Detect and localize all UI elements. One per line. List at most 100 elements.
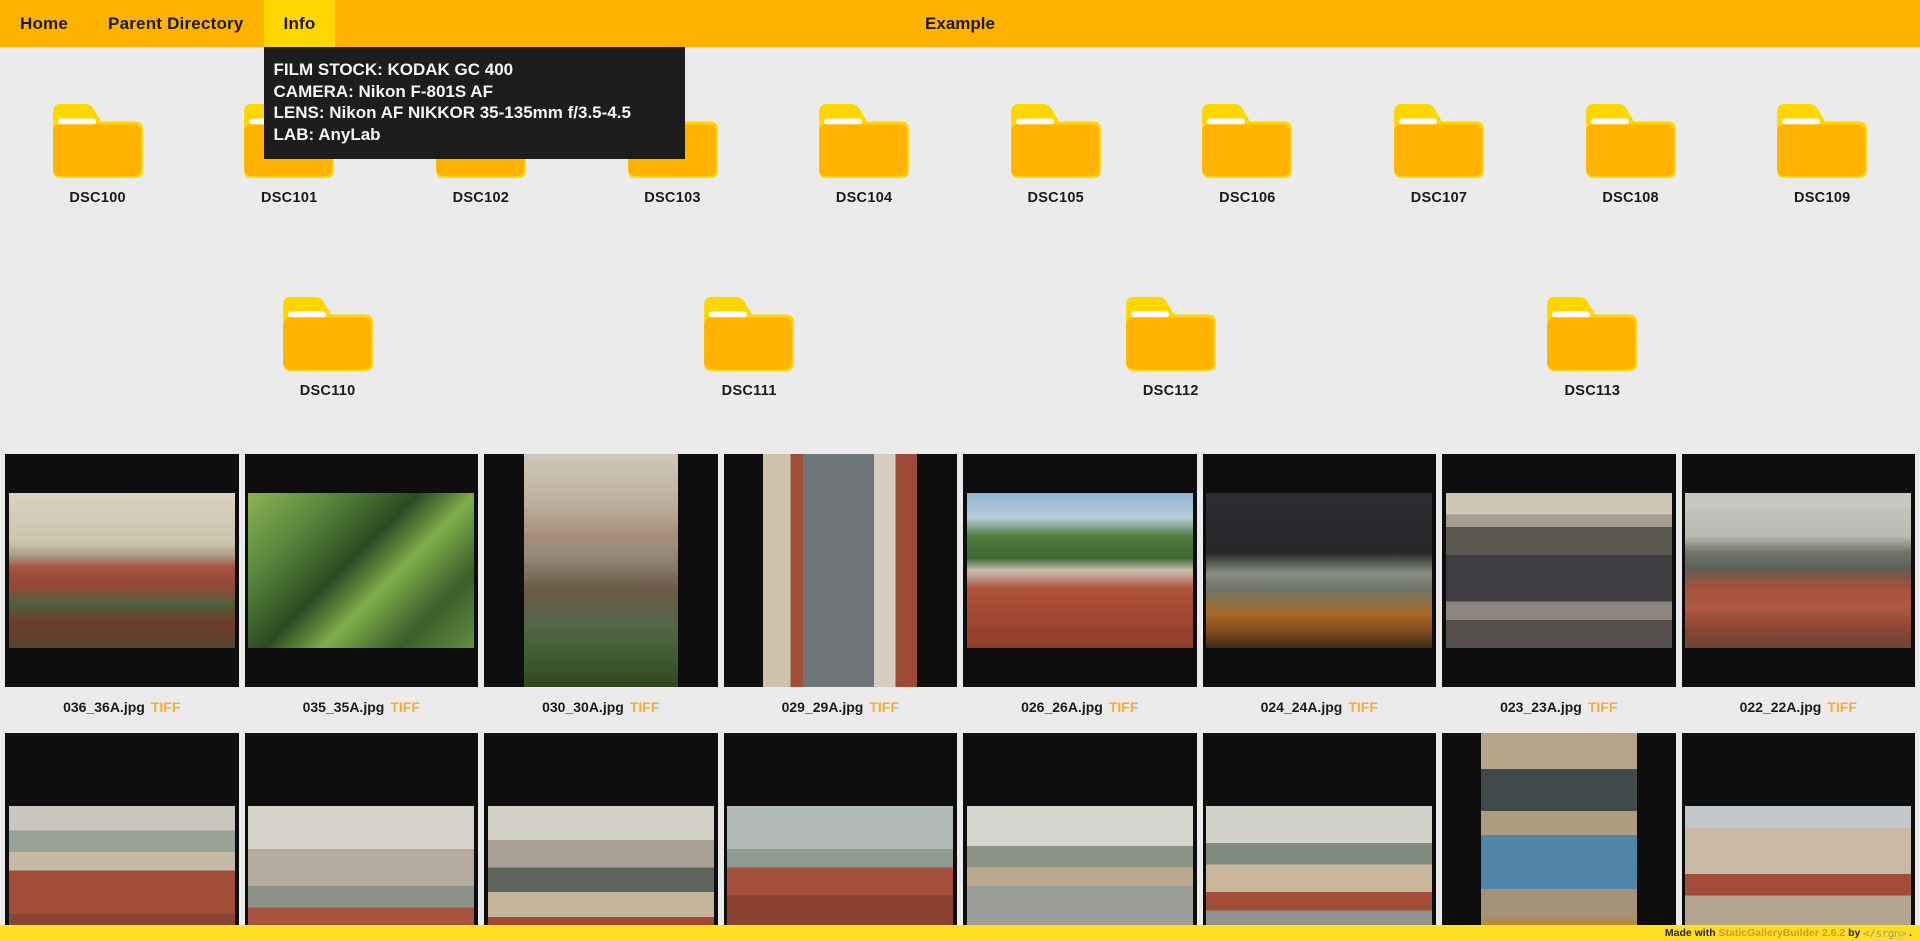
- folder-label: DSC100: [69, 190, 126, 206]
- photo-filename-link[interactable]: 022_22A.jpg: [1740, 699, 1822, 715]
- photo-filename-link[interactable]: 024_24A.jpg: [1261, 699, 1343, 715]
- folder-label: DSC113: [1564, 383, 1621, 399]
- photo-thumbnail[interactable]: [5, 733, 239, 941]
- photo-filename-link[interactable]: 026_26A.jpg: [1021, 699, 1103, 715]
- photo-thumbnail[interactable]: [244, 454, 478, 687]
- folder-item-dsc109[interactable]: DSC109: [1728, 47, 1916, 240]
- nav-item-home[interactable]: Home: [0, 0, 88, 47]
- photo-thumbnail[interactable]: [1442, 454, 1676, 687]
- photo-item: [5, 733, 239, 941]
- photo-thumbnail[interactable]: [5, 454, 239, 687]
- footer-builder-link[interactable]: StaticGalleryBuilder 2.6.2: [1719, 927, 1846, 939]
- photo-caption: 026_26A.jpg TIFF: [963, 687, 1197, 727]
- tooltip-line-camera: CAMERA: Nikon F-801S AF: [273, 81, 493, 101]
- photo-thumbnail[interactable]: [1202, 454, 1436, 687]
- photo-thumbnail[interactable]: [1442, 733, 1676, 941]
- nav-item-info[interactable]: Info: [263, 0, 336, 47]
- photo-thumbnail[interactable]: [723, 733, 957, 941]
- folder-label: DSC102: [452, 190, 510, 206]
- folder-label: DSC104: [835, 190, 893, 206]
- photo-item: 023_23A.jpg TIFF: [1442, 454, 1676, 727]
- photo-image: [487, 805, 714, 941]
- photo-thumbnail[interactable]: [1681, 454, 1915, 687]
- folder-icon: [282, 296, 373, 371]
- folder-item-dsc113[interactable]: DSC113: [1498, 240, 1686, 433]
- folder-label: DSC108: [1602, 190, 1659, 206]
- photo-filename-link[interactable]: 036_36A.jpg: [63, 699, 145, 715]
- folder-item-dsc104[interactable]: DSC104: [770, 47, 958, 240]
- photo-thumbnail[interactable]: [484, 454, 718, 687]
- photo-image: [8, 493, 235, 648]
- photo-format-link[interactable]: TIFF: [1588, 699, 1618, 715]
- folder-label: DSC103: [644, 190, 701, 206]
- photo-format-link[interactable]: TIFF: [630, 699, 660, 715]
- tooltip-line-lab: LAB: AnyLab: [273, 124, 381, 144]
- footer-made-with-text: Made with: [1664, 927, 1719, 939]
- footer-dot: .: [1906, 927, 1912, 939]
- folder-label: DSC105: [1027, 190, 1085, 206]
- photo-item: [1202, 733, 1436, 941]
- photo-filename-link[interactable]: 023_23A.jpg: [1500, 699, 1582, 715]
- photo-thumbnail[interactable]: [484, 733, 718, 941]
- info-tooltip: FILM STOCK: KODAK GC 400 CAMERA: Nikon F…: [263, 47, 685, 159]
- folder-icon: [819, 103, 909, 178]
- folder-label: DSC112: [1142, 383, 1199, 399]
- photo-format-link[interactable]: TIFF: [390, 699, 420, 715]
- photo-image: [763, 454, 918, 687]
- photo-filename-link[interactable]: 035_35A.jpg: [303, 699, 385, 715]
- photo-format-link[interactable]: TIFF: [1827, 699, 1857, 715]
- photo-format-link[interactable]: TIFF: [1109, 699, 1139, 715]
- photo-thumbnail[interactable]: [963, 454, 1197, 687]
- photo-item: [244, 733, 478, 941]
- photo-thumbnail[interactable]: [1202, 733, 1436, 941]
- photo-item: 024_24A.jpg TIFF: [1202, 454, 1437, 727]
- photo-thumbnail[interactable]: [963, 733, 1197, 941]
- photo-image: [248, 805, 475, 941]
- photo-caption: 022_22A.jpg TIFF: [1682, 687, 1916, 727]
- photo-caption: 029_29A.jpg TIFF: [724, 687, 958, 727]
- folder-icon: [1394, 103, 1484, 178]
- photo-item: [723, 733, 957, 941]
- folder-label: DSC107: [1410, 190, 1468, 206]
- photo-caption: 023_23A.jpg TIFF: [1442, 687, 1676, 727]
- photo-caption: 030_30A.jpg TIFF: [484, 687, 718, 727]
- photo-thumbnail[interactable]: [723, 454, 957, 687]
- nav-item-parent-directory[interactable]: Parent Directory: [88, 0, 263, 47]
- photo-filename-link[interactable]: 030_30A.jpg: [542, 699, 624, 715]
- folder-icon: [1125, 296, 1216, 371]
- photo-thumbnail[interactable]: [244, 733, 478, 941]
- folder-item-dsc111[interactable]: DSC111: [655, 240, 843, 433]
- photo-filename-link[interactable]: 029_29A.jpg: [782, 699, 864, 715]
- photo-item: 022_22A.jpg TIFF: [1681, 454, 1916, 727]
- photo-format-link[interactable]: TIFF: [1348, 699, 1378, 715]
- folder-item-dsc110[interactable]: DSC110: [234, 240, 422, 433]
- folder-item-dsc100[interactable]: DSC100: [4, 47, 192, 240]
- folder-item-dsc107[interactable]: DSC107: [1345, 47, 1533, 240]
- photo-format-link[interactable]: TIFF: [151, 699, 181, 715]
- folder-icon: [1585, 103, 1676, 178]
- folder-label: DSC109: [1793, 190, 1851, 206]
- nav-info-wrap: Info FILM STOCK: KODAK GC 400 CAMERA: Ni…: [263, 0, 685, 159]
- folder-item-dsc108[interactable]: DSC108: [1537, 47, 1725, 240]
- photo-image: [248, 493, 475, 648]
- folder-label: DSC106: [1219, 190, 1276, 206]
- folder-icon: [1777, 103, 1868, 178]
- folder-icon: [1547, 296, 1638, 371]
- folder-icon: [52, 103, 143, 178]
- folder-item-dsc106[interactable]: DSC106: [1153, 47, 1341, 240]
- photo-image: [1445, 493, 1672, 648]
- footer-by-text: by: [1845, 927, 1864, 939]
- photo-image: [1685, 493, 1912, 648]
- srgn-logo[interactable]: </srgn>: [1863, 927, 1906, 940]
- photo-item: 030_30A.jpg TIFF: [484, 454, 718, 727]
- folder-item-dsc105[interactable]: DSC105: [962, 47, 1150, 240]
- photo-item: 026_26A.jpg TIFF: [963, 454, 1197, 727]
- photo-caption: 024_24A.jpg TIFF: [1203, 687, 1437, 727]
- photo-caption: 035_35A.jpg TIFF: [245, 687, 479, 727]
- photo-item: 035_35A.jpg TIFF: [244, 454, 479, 727]
- photo-thumbnail[interactable]: [1681, 733, 1915, 941]
- folder-item-dsc112[interactable]: DSC112: [1077, 240, 1265, 433]
- folder-label: DSC110: [299, 383, 356, 399]
- photo-item: 029_29A.jpg TIFF: [723, 454, 958, 727]
- photo-format-link[interactable]: TIFF: [869, 699, 899, 715]
